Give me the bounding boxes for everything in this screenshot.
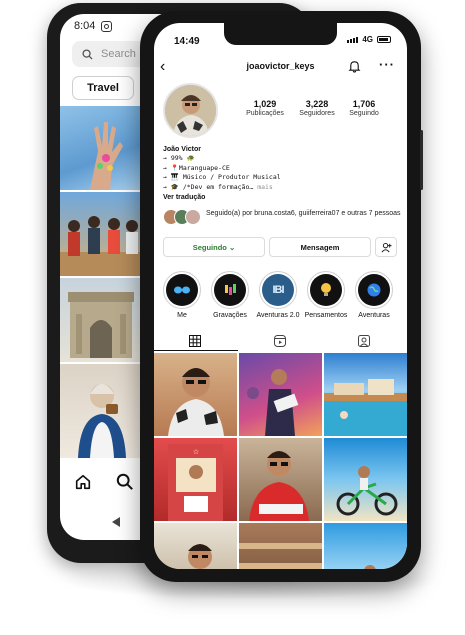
travel-chip[interactable]: Travel — [72, 76, 134, 100]
highlight-me[interactable]: Me — [162, 271, 202, 319]
tagged-icon[interactable] — [358, 335, 370, 347]
posts-grid: ☆ — [154, 353, 407, 569]
svg-text:☆: ☆ — [193, 448, 199, 456]
globe-icon — [367, 283, 381, 297]
profile-tabs — [154, 331, 407, 351]
bulb-icon — [321, 283, 331, 296]
music-icon — [225, 284, 236, 295]
posts-count-value: 1,029 — [253, 99, 277, 109]
highlight-aventuras-2[interactable]: IBI Aventuras 2.0 — [256, 271, 300, 319]
explore-image[interactable] — [60, 278, 142, 362]
explore-image[interactable] — [60, 192, 142, 276]
signal-icon — [347, 36, 359, 43]
power-button — [420, 130, 423, 190]
follower-avatar — [185, 209, 201, 225]
highlight-label: Aventuras — [358, 312, 390, 319]
bio-line: → 📍Maranguape-CE — [163, 163, 230, 172]
post-thumbnail[interactable] — [324, 523, 407, 569]
follower-avatars — [163, 209, 201, 225]
explore-image[interactable] — [60, 106, 142, 190]
search-placeholder: Search — [101, 48, 136, 60]
followers-count-value: 3,228 — [305, 99, 329, 109]
status-time: 14:49 — [174, 36, 200, 47]
active-tab-indicator — [154, 350, 238, 351]
back-triangle-icon[interactable] — [112, 517, 122, 527]
bio-line: → 99% 🐢 — [163, 154, 195, 163]
post-thumbnail[interactable] — [324, 438, 407, 521]
followed-by-text: Seguido(a) por bruna.costa6, guiiferreir… — [206, 210, 401, 217]
profile-header: ‹ joaovictor_keys ··· — [154, 57, 407, 79]
post-thumbnail[interactable] — [154, 353, 237, 436]
profile-bio: João Victor → 99% 🐢 → 📍Maranguape-CE → 🎹… — [163, 145, 403, 202]
profile-username: joaovictor_keys — [246, 61, 315, 71]
back-status-bar: 8:04 — [74, 20, 113, 32]
following-count-value: 1,706 — [352, 99, 376, 109]
posts-count[interactable]: 1,029 Publicações — [246, 99, 284, 117]
search-nav-icon[interactable] — [116, 473, 134, 491]
message-button[interactable]: Mensagem — [269, 237, 371, 257]
network-label: 4G — [362, 35, 373, 44]
glasses-icon — [174, 286, 190, 294]
bio-line: → 🎹 Músico / Produtor Musical — [163, 173, 281, 182]
bio-more-link[interactable]: mais — [253, 183, 273, 191]
front-phone-screen: 14:49 4G ‹ joaovictor_keys ··· 1,029 Pub… — [154, 23, 407, 569]
battery-icon — [377, 36, 391, 43]
letters-icon: IBI — [272, 284, 284, 296]
avatar-photo — [165, 85, 216, 136]
search-icon — [82, 48, 93, 60]
bell-icon[interactable] — [348, 60, 361, 73]
highlight-aventuras[interactable]: Aventuras — [354, 271, 394, 319]
followers-count[interactable]: 3,228 Seguidores — [294, 99, 340, 117]
post-thumbnail[interactable] — [324, 353, 407, 436]
home-icon[interactable] — [74, 473, 92, 491]
followers-count-label: Seguidores — [299, 110, 335, 117]
post-thumbnail[interactable] — [239, 353, 322, 436]
back-status-time: 8:04 — [74, 20, 96, 32]
highlight-pensamentos[interactable]: Pensamentos — [305, 271, 347, 319]
following-count-label: Seguindo — [349, 110, 379, 117]
highlight-gravacoes[interactable]: Gravações — [210, 271, 250, 319]
suggest-user-button[interactable] — [375, 237, 397, 257]
bio-line: → 🎓 /*Dev em formação… — [163, 182, 254, 191]
profile-avatar[interactable] — [163, 83, 218, 138]
post-thumbnail[interactable] — [239, 438, 322, 521]
instagram-icon — [101, 20, 113, 32]
more-options-icon[interactable]: ··· — [379, 57, 395, 72]
grid-icon[interactable] — [189, 335, 201, 347]
post-thumbnail[interactable] — [239, 523, 322, 569]
post-thumbnail[interactable] — [154, 523, 237, 569]
followed-by[interactable]: Seguido(a) por bruna.costa6, guiiferreir… — [163, 209, 403, 225]
status-bar: 14:49 4G — [154, 23, 407, 49]
profile-name: João Victor — [163, 146, 201, 153]
add-person-icon — [381, 242, 392, 252]
following-button[interactable]: Seguindo ⌄ — [163, 237, 265, 257]
following-count[interactable]: 1,706 Seguindo — [344, 99, 384, 117]
posts-count-label: Publicações — [246, 110, 284, 117]
post-thumbnail[interactable]: ☆ — [154, 438, 237, 521]
reels-icon[interactable] — [274, 335, 286, 347]
explore-image[interactable] — [60, 364, 142, 458]
see-translation-link[interactable]: Ver tradução — [163, 193, 403, 202]
